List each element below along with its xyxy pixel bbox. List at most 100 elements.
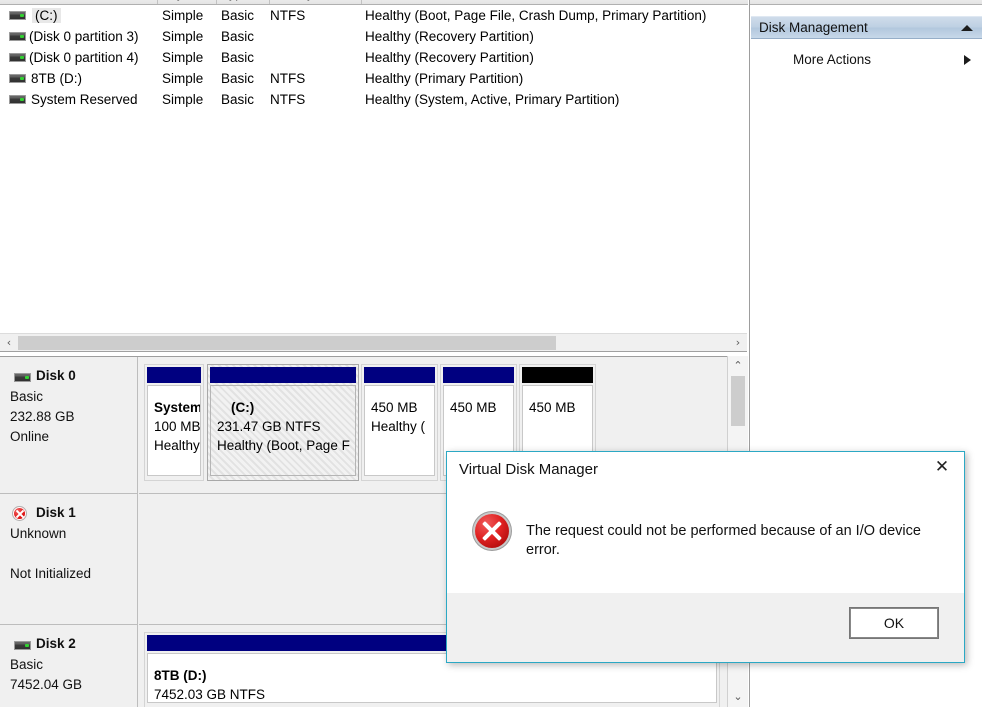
cell-volume: (Disk 0 partition 3) — [29, 29, 139, 44]
more-actions-label: More Actions — [793, 52, 872, 67]
partition-usage-bar — [522, 367, 593, 383]
partition-status: Healthy ( — [371, 419, 426, 434]
table-row[interactable]: (Disk 0 partition 3) Simple Basic Health… — [0, 26, 748, 47]
disk-info-panel[interactable]: Disk 2 Basic 7452.04 GB — [0, 625, 138, 707]
column-header-layout[interactable]: Layout — [158, 0, 217, 4]
partition-size: 100 MB NTFS — [154, 419, 201, 434]
error-circle-x-icon — [475, 514, 509, 548]
volume-list: Volume Layout Type File System Status (C… — [0, 0, 748, 333]
disk-name: Disk 2 — [36, 636, 76, 651]
drive-icon — [9, 11, 26, 20]
disk-type: Unknown — [10, 526, 67, 541]
partition-usage-bar — [364, 367, 435, 383]
partition-details: (C:) 231.47 GB NTFS Healthy (Boot, Page … — [210, 385, 356, 476]
disk-capacity: 232.88 GB — [10, 409, 75, 424]
actions-pane-title: Actions — [750, 0, 982, 5]
disk-state: Not Initialized — [10, 566, 92, 581]
cell-volume: (C:) — [32, 5, 158, 26]
partition-usage-bar — [147, 367, 201, 383]
scroll-left-arrow-icon[interactable]: ‹ — [0, 334, 18, 352]
partition-usage-bar — [443, 367, 514, 383]
disk-capacity — [10, 544, 137, 564]
cell-volume: System Reserved — [31, 92, 138, 107]
scroll-up-arrow-icon[interactable]: ⌃ — [728, 357, 748, 375]
ok-button[interactable]: OK — [850, 608, 938, 638]
chevron-right-icon — [964, 55, 971, 65]
table-row[interactable]: 8TB (D:) Simple Basic NTFS Healthy (Prim… — [0, 68, 748, 89]
cell-layout: Simple — [162, 29, 204, 44]
cell-layout: Simple — [162, 50, 204, 65]
table-row[interactable]: System Reserved Simple Basic NTFS Health… — [0, 89, 748, 110]
column-header-file-system[interactable]: File System — [270, 0, 362, 4]
scrollbar-thumb[interactable] — [731, 376, 745, 426]
drive-icon — [9, 53, 26, 62]
scrollbar-thumb[interactable] — [18, 336, 556, 350]
disk-name: Disk 1 — [36, 505, 76, 520]
scroll-down-arrow-icon[interactable]: ⌄ — [728, 688, 748, 706]
dialog-message: The request could not be performed becau… — [526, 523, 921, 558]
disk-state: Online — [10, 429, 50, 444]
partition-label: (C:) — [231, 400, 255, 415]
cell-status: Healthy (Recovery Partition) — [365, 50, 534, 65]
drive-icon — [14, 373, 31, 382]
cell-file-system — [270, 47, 362, 68]
partition-usage-bar — [210, 367, 356, 383]
disk-info-panel[interactable]: Disk 1 Unknown Not Initialized — [0, 494, 138, 625]
menu-item-more-actions[interactable]: More Actions — [751, 49, 982, 71]
partition-recovery-1[interactable]: 450 MB Healthy ( — [361, 364, 438, 481]
cell-type: Basic — [221, 50, 255, 65]
error-icon — [13, 507, 26, 520]
cell-layout: Simple — [162, 92, 204, 107]
disk-management-window: Volume Layout Type File System Status (C… — [0, 0, 982, 707]
cell-volume: (Disk 0 partition 4) — [29, 50, 139, 65]
drive-icon — [14, 641, 31, 650]
virtual-disk-manager-dialog: Virtual Disk Manager ✕ The request could… — [446, 451, 965, 663]
cell-file-system: NTFS — [270, 8, 306, 23]
partition-size: 450 MB — [529, 400, 576, 415]
cell-file-system: NTFS — [270, 71, 306, 86]
disk-name: Disk 0 — [36, 368, 76, 383]
partition-size: 7452.03 GB NTFS — [154, 687, 266, 702]
column-header-status[interactable]: Status — [362, 0, 747, 4]
partition-size: 231.47 GB NTFS — [217, 419, 321, 434]
actions-group-disk-management[interactable]: Disk Management — [751, 16, 982, 39]
partition-label: System Reserved — [154, 400, 201, 415]
drive-icon — [9, 32, 26, 41]
partition-system-reserved[interactable]: System Reserved 100 MB NTFS Healthy (Sys… — [144, 364, 204, 481]
cell-file-system: NTFS — [270, 92, 306, 107]
cell-type: Basic — [221, 29, 255, 44]
scroll-right-arrow-icon[interactable]: › — [729, 334, 747, 352]
column-header-volume[interactable]: Volume — [0, 0, 158, 4]
dialog-title: Virtual Disk Manager — [459, 461, 598, 478]
disk-type: Basic — [10, 389, 44, 404]
pane-divider — [0, 351, 747, 352]
volume-list-horizontal-scrollbar[interactable]: ‹ › — [0, 333, 747, 352]
chevron-up-icon[interactable] — [961, 25, 973, 31]
cell-layout: Simple — [162, 8, 204, 23]
drive-icon — [9, 95, 26, 104]
table-row[interactable]: (C:) Simple Basic NTFS Healthy (Boot, Pa… — [0, 5, 748, 26]
partition-size: 450 MB — [450, 400, 497, 415]
actions-group-label: Disk Management — [759, 20, 868, 35]
disk-title: Disk 2 — [10, 636, 137, 651]
partition-size: 450 MB — [371, 400, 418, 415]
dialog-body: The request could not be performed becau… — [447, 492, 964, 595]
partition-c-drive[interactable]: (C:) 231.47 GB NTFS Healthy (Boot, Page … — [207, 364, 359, 481]
cell-type: Basic — [221, 71, 255, 86]
dialog-titlebar[interactable]: Virtual Disk Manager ✕ — [447, 452, 964, 492]
disk-info-panel[interactable]: Disk 0 Basic 232.88 GB Online — [0, 357, 138, 494]
partition-status: Healthy (Boot, Page F — [217, 438, 350, 453]
table-row[interactable]: (Disk 0 partition 4) Simple Basic Health… — [0, 47, 748, 68]
dialog-footer: OK — [447, 592, 964, 662]
close-icon[interactable]: ✕ — [920, 452, 964, 483]
cell-status: Healthy (System, Active, Primary Partiti… — [365, 92, 620, 107]
partition-label: 8TB (D:) — [154, 668, 207, 683]
partition-status: Healthy (System, Active — [154, 438, 200, 453]
disk-title: Disk 0 — [10, 368, 137, 383]
disk-type: Basic — [10, 657, 44, 672]
drive-icon — [9, 74, 26, 83]
cell-type: Basic — [221, 8, 255, 23]
cell-status: Healthy (Boot, Page File, Crash Dump, Pr… — [365, 8, 707, 23]
column-header-type[interactable]: Type — [217, 0, 270, 4]
cell-type: Basic — [221, 92, 255, 107]
